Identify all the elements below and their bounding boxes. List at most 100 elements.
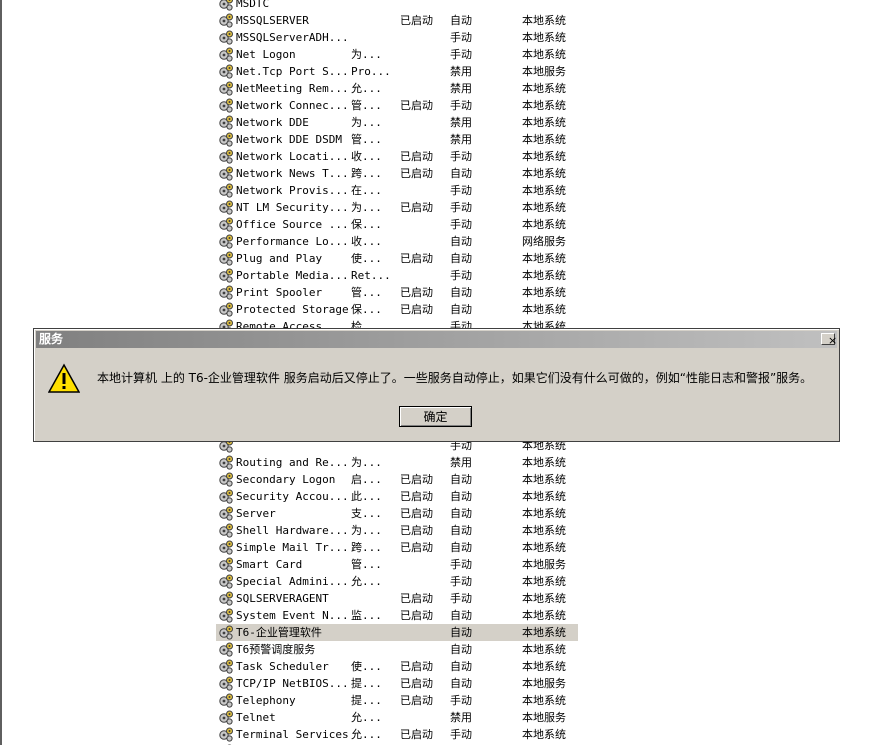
service-logon-as: 本地服务 [522, 677, 566, 690]
service-status: 已启动 [400, 694, 433, 707]
service-row[interactable]: Network Provis... 在... 手动 本地系统 [216, 182, 578, 199]
service-description: 监... [351, 609, 382, 622]
service-row[interactable]: MSSQLSERVER 已启动 自动 本地系统 [216, 12, 578, 29]
service-status: 已启动 [400, 660, 433, 673]
service-row[interactable]: MSSQLServerADH... 手动 本地系统 [216, 29, 578, 46]
service-status: 已启动 [400, 473, 433, 486]
service-logon-as: 本地系统 [522, 252, 566, 265]
service-row[interactable]: Protected Storage 保... 已启动 自动 本地系统 [216, 301, 578, 318]
service-row[interactable]: Net Logon 为... 手动 本地系统 [216, 46, 578, 63]
service-logon-as: 本地系统 [522, 286, 566, 299]
service-row[interactable]: Server 支... 已启动 自动 本地系统 [216, 505, 578, 522]
service-gear-icon [218, 625, 234, 640]
service-description: 使... [351, 252, 382, 265]
service-status: 已启动 [400, 609, 433, 622]
service-description: Pro... [351, 65, 391, 78]
service-name: TCP/IP NetBIOS... [236, 677, 348, 690]
service-startup-type: 禁用 [450, 133, 472, 146]
service-description: 为... [351, 116, 382, 129]
service-description: 使... [351, 660, 382, 673]
service-row[interactable]: Plug and Play 使... 已启动 自动 本地系统 [216, 250, 578, 267]
service-row[interactable]: Task Scheduler 使... 已启动 自动 本地系统 [216, 658, 578, 675]
service-gear-icon [218, 557, 234, 572]
service-name: Special Admini... [236, 575, 348, 588]
service-logon-as: 本地系统 [522, 201, 566, 214]
service-logon-as: 本地系统 [522, 456, 566, 469]
service-row[interactable]: NetMeeting Rem... 允... 禁用 本地系统 [216, 80, 578, 97]
service-row[interactable]: Secondary Logon 启... 已启动 自动 本地系统 [216, 471, 578, 488]
dialog-titlebar[interactable]: 服务 × [36, 331, 837, 348]
service-row[interactable]: Terminal Services 允... 已启动 手动 本地系统 [216, 726, 578, 743]
service-description: 在... [351, 184, 382, 197]
service-row[interactable]: Print Spooler 管... 已启动 自动 本地系统 [216, 284, 578, 301]
service-row[interactable]: Security Accou... 此... 已启动 自动 本地系统 [216, 488, 578, 505]
service-description: 保... [351, 218, 382, 231]
service-row[interactable]: Net.Tcp Port S... Pro... 禁用 本地服务 [216, 63, 578, 80]
service-status: 已启动 [400, 252, 433, 265]
service-status: 已启动 [400, 303, 433, 316]
service-gear-icon [218, 13, 234, 28]
service-status: 已启动 [400, 677, 433, 690]
service-gear-icon [218, 506, 234, 521]
service-name: Network News T... [236, 167, 348, 180]
service-row[interactable]: System Event N... 监... 已启动 自动 本地系统 [216, 607, 578, 624]
service-description: 允... [351, 728, 382, 741]
service-gear-icon [218, 727, 234, 742]
close-button[interactable]: × [821, 333, 837, 346]
service-name: MSSQLServerADH... [236, 31, 348, 44]
service-startup-type: 禁用 [450, 116, 472, 129]
service-startup-type: 手动 [450, 592, 472, 605]
service-logon-as: 本地系统 [522, 150, 566, 163]
service-row[interactable]: Office Source ... 保... 手动 本地系统 [216, 216, 578, 233]
service-status: 已启动 [400, 728, 433, 741]
service-name: Network Connec... [236, 99, 348, 112]
service-description: 允... [351, 711, 382, 724]
window-left-border [0, 0, 2, 745]
service-name: Print Spooler [236, 286, 323, 299]
service-gear-icon [218, 251, 234, 266]
service-row[interactable]: Performance Lo... 收... 自动 网络服务 [216, 233, 578, 250]
service-logon-as: 本地系统 [522, 541, 566, 554]
service-name: Performance Lo... [236, 235, 348, 248]
service-gear-icon [218, 132, 234, 147]
service-row[interactable]: Simple Mail Tr... 跨... 已启动 自动 本地系统 [216, 539, 578, 556]
service-name: Server [236, 507, 276, 520]
service-row[interactable]: Network Locati... 收... 已启动 手动 本地系统 [216, 148, 578, 165]
service-startup-type: 自动 [450, 303, 472, 316]
service-description: 允... [351, 575, 382, 588]
service-row[interactable]: Portable Media... Ret... 手动 本地系统 [216, 267, 578, 284]
service-logon-as: 本地系统 [522, 116, 566, 129]
service-row[interactable]: Shell Hardware... 为... 已启动 自动 本地系统 [216, 522, 578, 539]
ok-button[interactable]: 确定 [399, 406, 472, 427]
service-name: MSSQLSERVER [236, 14, 309, 27]
service-row[interactable]: Network News T... 跨... 已启动 自动 本地系统 [216, 165, 578, 182]
service-row[interactable]: Telephony 提... 已启动 手动 本地系统 [216, 692, 578, 709]
service-name: Network Locati... [236, 150, 348, 163]
service-description: 保... [351, 303, 382, 316]
service-row[interactable]: TCP/IP NetBIOS... 提... 已启动 自动 本地服务 [216, 675, 578, 692]
service-row[interactable]: Network DDE 为... 禁用 本地系统 [216, 114, 578, 131]
service-gear-icon [218, 0, 234, 11]
service-row[interactable]: Special Admini... 允... 手动 本地系统 [216, 573, 578, 590]
service-startup-type: 自动 [450, 235, 472, 248]
service-logon-as: 本地系统 [522, 184, 566, 197]
service-name: Office Source ... [236, 218, 348, 231]
service-row[interactable]: Network DDE DSDM 管... 禁用 本地系统 [216, 131, 578, 148]
service-row[interactable]: Routing and Re... 为... 禁用 本地系统 [216, 454, 578, 471]
service-logon-as: 本地系统 [522, 609, 566, 622]
service-description: 管... [351, 286, 382, 299]
service-row[interactable]: NT LM Security... 为... 已启动 手动 本地系统 [216, 199, 578, 216]
service-startup-type: 自动 [450, 677, 472, 690]
service-row[interactable]: T6-企业管理软件 自动 本地系统 [216, 624, 578, 641]
service-row[interactable]: Smart Card 管... 手动 本地服务 [216, 556, 578, 573]
service-row[interactable]: MSDTC [216, 0, 578, 12]
service-row[interactable]: Network Connec... 管... 已启动 手动 本地系统 [216, 97, 578, 114]
service-row[interactable]: SQLSERVERAGENT 已启动 手动 本地系统 [216, 590, 578, 607]
dialog-message: 本地计算机 上的 T6-企业管理软件 服务启动后又停止了。一些服务自动停止，如果… [97, 371, 813, 385]
service-row[interactable]: T6预警调度服务 自动 本地系统 [216, 641, 578, 658]
service-description: 管... [351, 558, 382, 571]
service-name: NT LM Security... [236, 201, 348, 214]
service-row[interactable]: Telnet 允... 禁用 本地服务 [216, 709, 578, 726]
service-error-dialog: 服务 × 本地计算机 上的 T6-企业管理软件 服务启动后又停止了。一些服务自动… [33, 328, 840, 442]
service-description: 管... [351, 99, 382, 112]
